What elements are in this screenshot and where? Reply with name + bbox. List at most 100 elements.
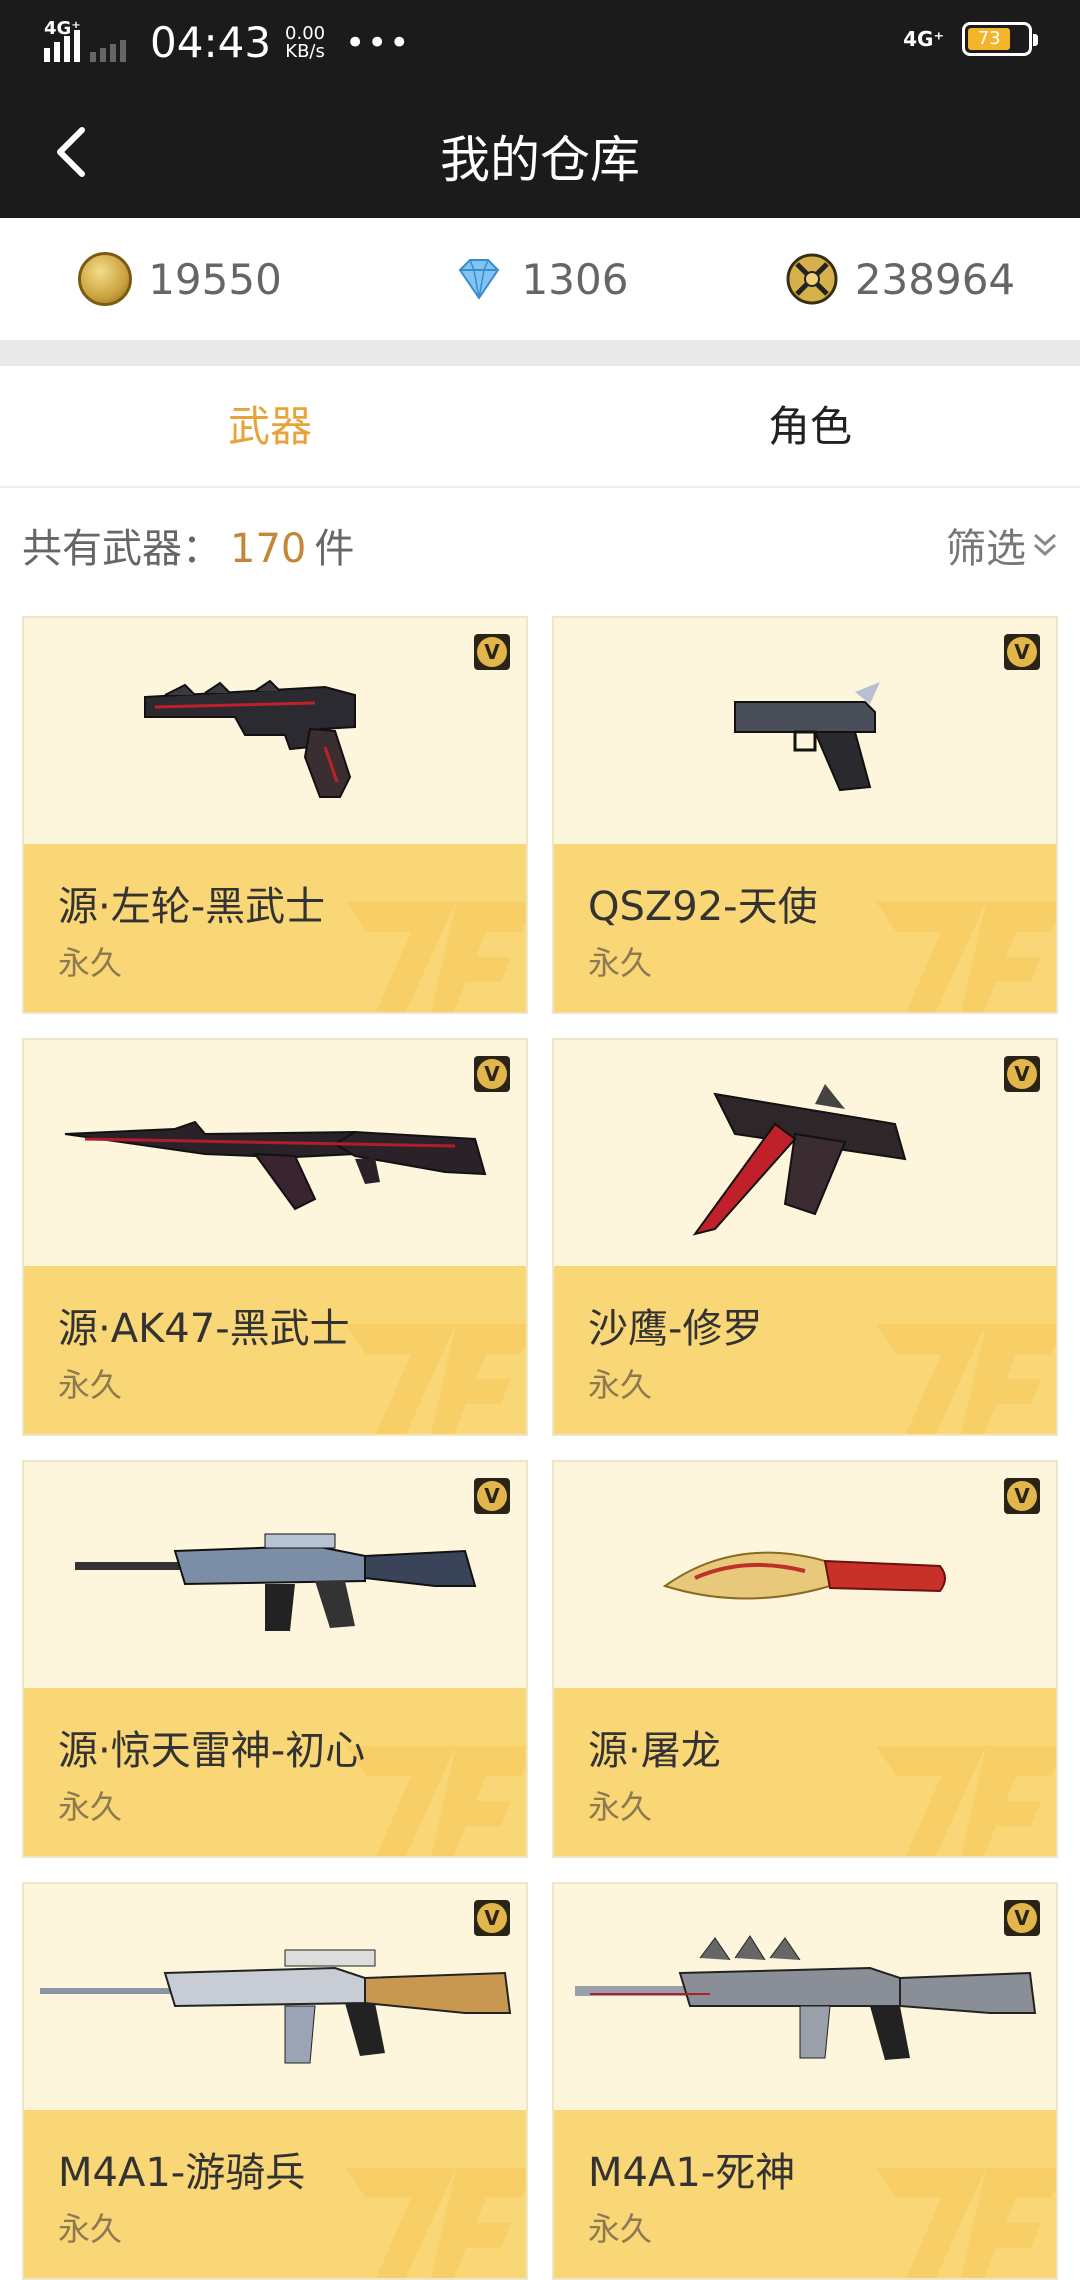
signal-icon: 4G⁺ xyxy=(44,18,81,62)
weapon-name: M4A1-死神 xyxy=(588,2150,796,2196)
clock: 04:43 xyxy=(150,18,272,67)
tab-characters[interactable]: 角色 xyxy=(540,366,1080,486)
weapon-duration: 永久 xyxy=(588,1788,653,1826)
cf-watermark-icon xyxy=(346,1324,526,1434)
weapon-duration: 永久 xyxy=(58,1788,123,1826)
double-chevron-down-icon xyxy=(1033,533,1057,557)
svg-text:V: V xyxy=(1014,1906,1030,1930)
weapon-list[interactable]: 永久 永久 V xyxy=(0,606,1080,2280)
network-speed: 0.00 KB/s xyxy=(285,22,326,62)
vip-badge-icon: V xyxy=(474,1056,510,1092)
weapon-image xyxy=(24,1462,526,1690)
count-prefix: 共有武器： xyxy=(22,526,222,572)
vip-badge-icon: V xyxy=(474,634,510,670)
coin-amount: 19550 xyxy=(148,254,282,304)
weapon-image xyxy=(554,618,1056,846)
cf-watermark-icon xyxy=(876,1324,1056,1434)
svg-text:V: V xyxy=(484,1906,500,1930)
card-footer: M4A1-游骑兵 永久 xyxy=(24,2110,526,2278)
battery-level: 73 xyxy=(968,28,1011,50)
weapon-card[interactable]: V 沙鹰-修罗 永久 xyxy=(552,1038,1058,1436)
weapon-duration: 永久 xyxy=(58,2210,123,2248)
more-dots: ••• xyxy=(345,22,412,63)
diamond-icon xyxy=(458,259,499,300)
speed-unit: KB/s xyxy=(285,40,325,62)
tab-weapons[interactable]: 武器 xyxy=(0,366,540,486)
weapon-image xyxy=(24,1884,526,2112)
count-number: 170 xyxy=(230,526,307,572)
section-divider xyxy=(0,340,1080,366)
currency-bar: 19550 1306 238964 xyxy=(0,218,1080,340)
weapon-duration: 永久 xyxy=(588,2210,653,2248)
status-bar: 4G⁺ 04:43 0.00 KB/s ••• 4G⁺ 73 xyxy=(0,0,1080,84)
vip-badge-icon: V xyxy=(1004,634,1040,670)
desert-eagle-image xyxy=(692,1084,907,1236)
nav-bar: 我的仓库 xyxy=(0,84,1080,218)
weapon-card[interactable]: V M4A1-死神 永久 xyxy=(552,1882,1058,2280)
weapon-duration: 永久 xyxy=(588,1366,653,1404)
cf-watermark-icon xyxy=(346,2168,526,2278)
weapon-image xyxy=(554,1884,1056,2112)
page-title: 我的仓库 xyxy=(440,131,640,189)
card-footer: 源·屠龙 永久 xyxy=(554,1688,1056,1856)
summary-row: 共有武器： 170 件 筛选 xyxy=(0,490,1080,600)
filter-button[interactable]: 筛选 xyxy=(946,516,1058,574)
filter-label: 筛选 xyxy=(946,526,1026,572)
weapon-name: 源·左轮-黑武士 xyxy=(58,884,326,930)
vip-badge-icon: V xyxy=(1004,1056,1040,1092)
card-footer: M4A1-死神 永久 xyxy=(554,2110,1056,2278)
coin-balance: 19550 xyxy=(0,218,360,340)
weapon-name: 源·屠龙 xyxy=(588,1728,721,1774)
svg-text:V: V xyxy=(484,1484,500,1508)
card-footer: 源·左轮-黑武士 永久 xyxy=(24,844,526,1012)
knife-image xyxy=(662,1551,946,1600)
weapon-image xyxy=(554,1462,1056,1690)
svg-text:V: V xyxy=(1014,640,1030,664)
m4a1-image xyxy=(40,1949,512,2064)
weapon-name: QSZ92-天使 xyxy=(588,884,818,930)
vip-badge-icon: V xyxy=(474,1478,510,1514)
vip-badge-icon: V xyxy=(1004,1478,1040,1514)
card-footer: QSZ92-天使 永久 xyxy=(554,844,1056,1012)
weapon-card[interactable]: V M4A1-游骑兵 永久 xyxy=(22,1882,528,2280)
network-label: 4G⁺ xyxy=(44,17,81,39)
cf-watermark-icon xyxy=(876,902,1056,1012)
weapon-image xyxy=(554,1040,1056,1268)
assault-rifle-image xyxy=(75,1533,477,1631)
weapon-card[interactable]: V 源·惊天雷神-初心 永久 xyxy=(22,1460,528,1858)
battery-icon: 73 xyxy=(962,22,1038,56)
weapon-image xyxy=(24,618,526,846)
network-type: 4G⁺ xyxy=(903,27,944,51)
weapon-card[interactable]: V QSZ92-天使 永久 xyxy=(552,616,1058,1014)
weapon-count: 共有武器： 170 件 xyxy=(22,516,354,574)
cf-watermark-icon xyxy=(346,902,526,1012)
crossed-swords-icon xyxy=(786,253,838,305)
points-balance: 238964 xyxy=(720,218,1080,340)
weapon-name: M4A1-游骑兵 xyxy=(58,2150,306,2196)
weapon-duration: 永久 xyxy=(588,944,653,982)
card-footer: 沙鹰-修罗 永久 xyxy=(554,1266,1056,1434)
svg-text:V: V xyxy=(1014,1062,1030,1086)
weapon-duration: 永久 xyxy=(58,1366,123,1404)
weapon-card[interactable]: V 源·屠龙 永久 xyxy=(552,1460,1058,1858)
rifle-image xyxy=(64,1120,487,1211)
vip-badge-icon: V xyxy=(1004,1900,1040,1936)
status-left: 4G⁺ 04:43 0.00 KB/s ••• xyxy=(44,18,411,67)
card-footer: 源·惊天雷神-初心 永久 xyxy=(24,1688,526,1856)
svg-text:V: V xyxy=(484,1062,500,1086)
revolver-image xyxy=(144,679,356,798)
speed-value: 0.00 xyxy=(285,22,326,44)
cf-watermark-icon xyxy=(876,1746,1056,1856)
diamond-amount: 1306 xyxy=(521,254,629,304)
weapon-name: 源·AK47-黑武士 xyxy=(58,1306,350,1352)
vip-badge-icon: V xyxy=(474,1900,510,1936)
weapon-name: 沙鹰-修罗 xyxy=(588,1306,763,1352)
diamond-balance: 1306 xyxy=(360,218,720,340)
tab-bar: 武器 角色 xyxy=(0,366,1080,488)
weapon-card[interactable]: V 源·AK47-黑武士 永久 xyxy=(22,1038,528,1436)
cf-watermark-icon xyxy=(876,2168,1056,2278)
count-suffix: 件 xyxy=(314,526,355,572)
points-amount: 238964 xyxy=(854,254,1016,304)
weapon-card[interactable]: V 源·左轮-黑武士 永久 xyxy=(22,616,528,1014)
weapon-duration: 永久 xyxy=(58,944,123,982)
